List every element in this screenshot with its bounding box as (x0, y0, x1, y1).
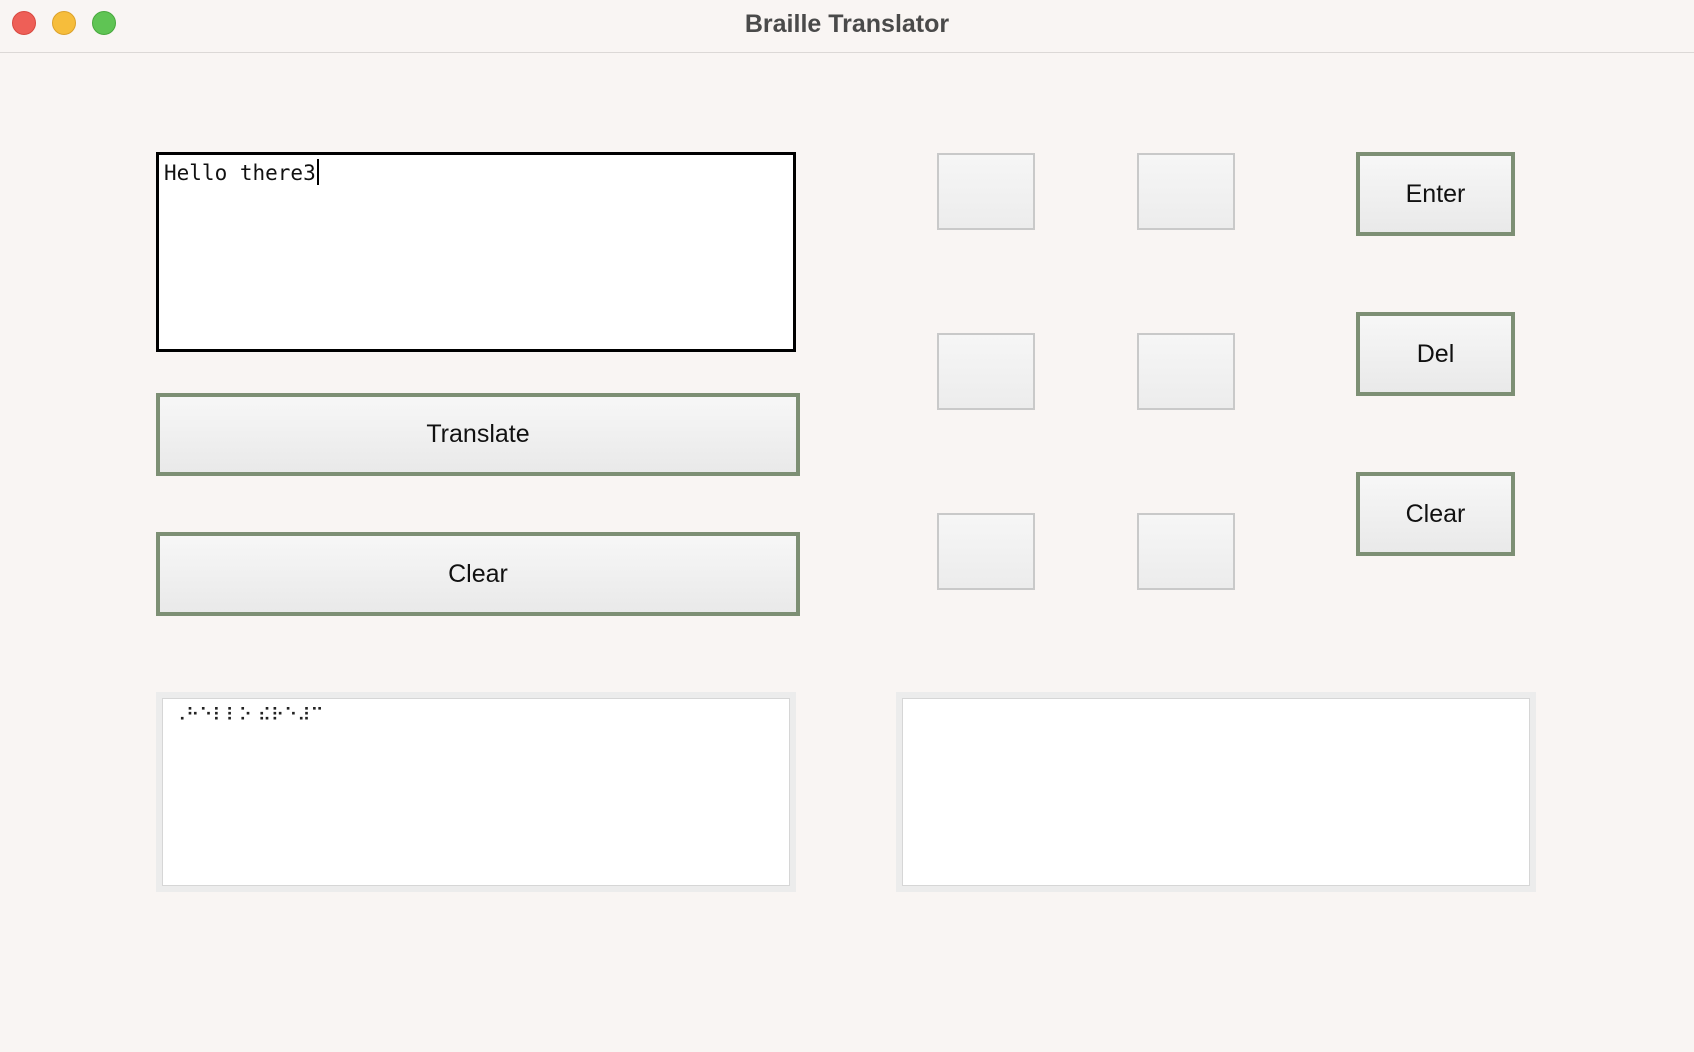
braille-entry-panel (896, 692, 1536, 892)
braille-entry-text[interactable] (902, 698, 1530, 886)
title-bar: Braille Translator (0, 0, 1694, 53)
braille-output-text[interactable]: ⠠⠓⠑⠇⠇⠕ ⠮⠗⠑⠼⠉ (162, 698, 790, 886)
braille-dot-2-key[interactable] (937, 333, 1035, 410)
text-input-area[interactable]: Hello there3 (156, 152, 796, 352)
braille-dot-6-key[interactable] (1137, 513, 1235, 590)
app-window: Braille Translator Hello there3 Translat… (0, 0, 1694, 1052)
text-caret (316, 159, 319, 185)
clear-text-button[interactable]: Clear (156, 532, 800, 616)
braille-dot-3-key[interactable] (937, 513, 1035, 590)
braille-dot-4-key[interactable] (1137, 153, 1235, 230)
delete-button[interactable]: Del (1356, 312, 1515, 396)
translate-button[interactable]: Translate (156, 393, 800, 476)
braille-dot-5-key[interactable] (1137, 333, 1235, 410)
text-input-value: Hello there3 (164, 161, 316, 185)
braille-output-panel: ⠠⠓⠑⠇⠇⠕ ⠮⠗⠑⠼⠉ (156, 692, 796, 892)
enter-button[interactable]: Enter (1356, 152, 1515, 236)
clear-braille-button[interactable]: Clear (1356, 472, 1515, 556)
window-title: Braille Translator (744, 10, 950, 38)
braille-dot-1-key[interactable] (937, 153, 1035, 230)
